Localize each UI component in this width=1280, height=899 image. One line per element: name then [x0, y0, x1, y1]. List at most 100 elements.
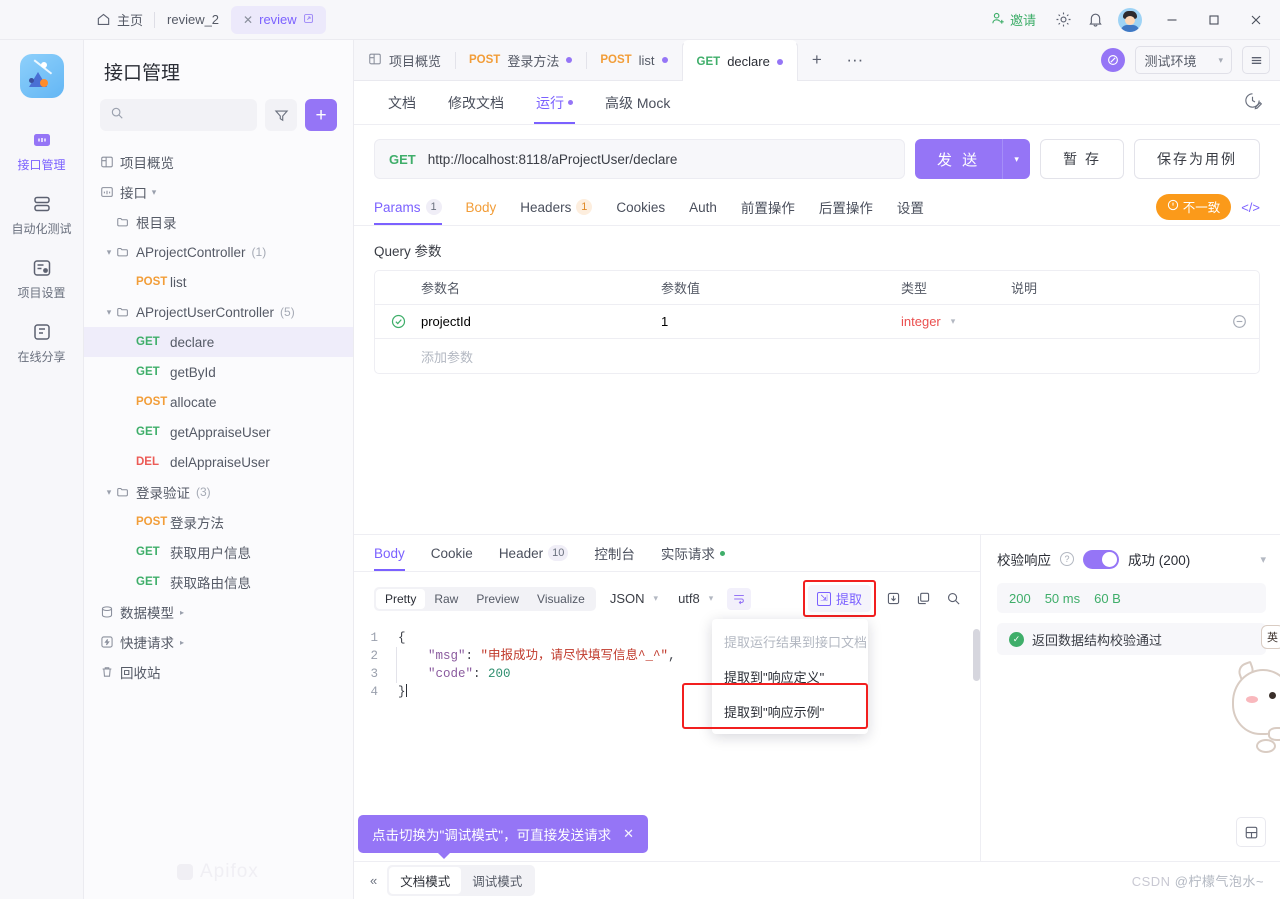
- add-api-button[interactable]: +: [305, 99, 337, 131]
- rail-item-api-management[interactable]: 接口管理: [0, 120, 84, 184]
- chevron-right-icon[interactable]: ▸: [180, 608, 184, 617]
- invite-button[interactable]: 邀请: [981, 6, 1046, 34]
- history-edit-icon[interactable]: [1243, 91, 1263, 115]
- send-options-chevron-icon[interactable]: ▾: [1002, 139, 1031, 179]
- chevron-right-icon[interactable]: ▸: [180, 638, 184, 647]
- chevron-down-icon[interactable]: ▾: [147, 187, 161, 198]
- tab-auth[interactable]: Auth: [677, 189, 729, 225]
- format-select[interactable]: JSON ▾: [604, 591, 664, 606]
- tree-folder-aprojectcontroller[interactable]: ▾ AProjectController (1): [84, 237, 353, 267]
- doc-tab-login-method[interactable]: POST 登录方法: [455, 40, 586, 80]
- row-param-name[interactable]: projectId: [421, 314, 661, 329]
- mode-debug[interactable]: 调试模式: [461, 867, 533, 894]
- filter-icon[interactable]: [265, 99, 297, 131]
- collapse-left-icon[interactable]: «: [370, 873, 377, 888]
- validate-toggle[interactable]: [1083, 549, 1119, 569]
- encoding-select[interactable]: utf8 ▾: [672, 591, 719, 606]
- rail-item-project-settings[interactable]: 项目设置: [0, 248, 84, 312]
- view-mode-pretty[interactable]: Pretty: [376, 588, 426, 609]
- bell-icon[interactable]: [1080, 5, 1110, 35]
- tree-api-list[interactable]: POST list: [84, 267, 353, 297]
- view-mode-raw[interactable]: Raw: [425, 589, 467, 609]
- copy-icon[interactable]: [910, 586, 936, 612]
- tree-item-quick-request[interactable]: 快捷请求 ▸: [84, 627, 353, 657]
- search-input[interactable]: [131, 107, 247, 123]
- wrap-lines-icon[interactable]: [727, 587, 752, 610]
- tab-actual-request[interactable]: 实际请求: [648, 535, 738, 571]
- status-badge-mismatch[interactable]: 不一致: [1155, 194, 1232, 220]
- menu-item-extract-to-response-definition[interactable]: 提取到"响应定义": [712, 659, 868, 694]
- gear-icon[interactable]: [1048, 5, 1078, 35]
- view-mode-visualize[interactable]: Visualize: [528, 589, 594, 609]
- tree-folder-login-auth[interactable]: ▾ 登录验证 (3): [84, 477, 353, 507]
- view-mode-preview[interactable]: Preview: [467, 589, 528, 609]
- doc-tab-list[interactable]: POST list: [586, 40, 681, 80]
- tree-folder-root[interactable]: 根目录: [84, 207, 353, 237]
- save-draft-button[interactable]: 暂 存: [1040, 139, 1124, 179]
- tab-advanced-mock[interactable]: 高级 Mock: [589, 81, 686, 124]
- tree-api-getbyid[interactable]: GET getById: [84, 357, 353, 387]
- chevron-down-icon[interactable]: ▾: [1260, 553, 1266, 566]
- tab-response-body[interactable]: Body: [374, 535, 418, 571]
- code-scrollbar[interactable]: [973, 629, 980, 681]
- refresh-icon[interactable]: [1101, 48, 1126, 72]
- tree-api-allocate[interactable]: POST allocate: [84, 387, 353, 417]
- tab-body[interactable]: Body: [454, 189, 509, 225]
- doc-tab-declare[interactable]: GET declare: [681, 40, 798, 81]
- minimize-button[interactable]: [1152, 0, 1192, 40]
- tree-api-delappraiseuser[interactable]: DEL delAppraiseUser: [84, 447, 353, 477]
- save-as-case-button[interactable]: 保存为用例: [1134, 139, 1260, 179]
- row-enabled-checkbox[interactable]: [375, 314, 421, 329]
- tree-api-getappraiseuser[interactable]: GET getAppraiseUser: [84, 417, 353, 447]
- tree-api-login-method[interactable]: POST 登录方法: [84, 507, 353, 537]
- code-brackets-icon[interactable]: </>: [1241, 200, 1260, 215]
- tab-cookies[interactable]: Cookies: [604, 189, 677, 225]
- mode-document[interactable]: 文档模式: [389, 867, 462, 894]
- rail-item-automation-test[interactable]: 自动化测试: [0, 184, 84, 248]
- chevron-down-icon[interactable]: ▾: [102, 487, 116, 498]
- table-row[interactable]: projectId 1 integer ▾: [375, 305, 1259, 339]
- table-add-row[interactable]: 添加参数: [375, 339, 1259, 373]
- row-param-type[interactable]: integer ▾: [901, 314, 1011, 329]
- tab-response-cookie[interactable]: Cookie: [418, 535, 486, 571]
- tree-api-get-user-info[interactable]: GET 获取用户信息: [84, 537, 353, 567]
- tab-document[interactable]: 文档: [372, 81, 432, 124]
- tree-item-recycle-bin[interactable]: 回收站: [84, 657, 353, 687]
- home-tab[interactable]: 主页: [84, 6, 155, 34]
- chevron-down-icon[interactable]: ▾: [102, 307, 116, 318]
- tree-api-get-route-info[interactable]: GET 获取路由信息: [84, 567, 353, 597]
- tab-console[interactable]: 控制台: [581, 535, 648, 571]
- menu-item-extract-to-doc[interactable]: 提取运行结果到接口文档: [712, 624, 868, 659]
- doc-tab-overview[interactable]: 项目概览: [354, 40, 455, 80]
- close-icon[interactable]: ✕: [243, 13, 253, 27]
- tree-item-overview[interactable]: 项目概览: [84, 147, 353, 177]
- save-icon[interactable]: [1236, 817, 1266, 847]
- url-input[interactable]: GET http://localhost:8118/aProjectUser/d…: [374, 139, 905, 179]
- chevron-down-icon[interactable]: ▾: [102, 247, 116, 258]
- hamburger-icon[interactable]: [1242, 46, 1270, 74]
- avatar[interactable]: [1118, 7, 1142, 32]
- tree-item-apis[interactable]: 接口 ▾: [84, 177, 353, 207]
- row-remove-button[interactable]: [1219, 314, 1259, 329]
- tab-post-operation[interactable]: 后置操作: [807, 189, 885, 225]
- tree-item-data-model[interactable]: 数据模型 ▸: [84, 597, 353, 627]
- tab-settings[interactable]: 设置: [885, 189, 936, 225]
- tree-folder-aprojectusercontroller[interactable]: ▾ AProjectUserController (5): [84, 297, 353, 327]
- send-button[interactable]: 发 送: [914, 139, 1003, 179]
- tab-headers[interactable]: Headers 1: [508, 189, 604, 225]
- close-icon[interactable]: ✕: [623, 826, 634, 842]
- question-icon[interactable]: ?: [1060, 552, 1074, 566]
- window-tab-review2[interactable]: review_2: [154, 6, 231, 34]
- external-link-icon[interactable]: [303, 12, 314, 27]
- extract-button[interactable]: ⇲ 提取: [807, 585, 871, 612]
- window-tab-review[interactable]: ✕ review: [231, 5, 326, 34]
- search-box[interactable]: [100, 99, 257, 131]
- close-button[interactable]: [1236, 0, 1276, 40]
- tab-response-header[interactable]: Header 10: [486, 535, 582, 571]
- maximize-button[interactable]: [1194, 0, 1234, 40]
- tab-edit-document[interactable]: 修改文档: [432, 81, 520, 124]
- tab-overflow-button[interactable]: ···: [836, 40, 874, 80]
- search-icon[interactable]: [940, 586, 966, 612]
- tab-pre-operation[interactable]: 前置操作: [729, 189, 807, 225]
- menu-item-extract-to-response-example[interactable]: 提取到"响应示例": [712, 694, 868, 729]
